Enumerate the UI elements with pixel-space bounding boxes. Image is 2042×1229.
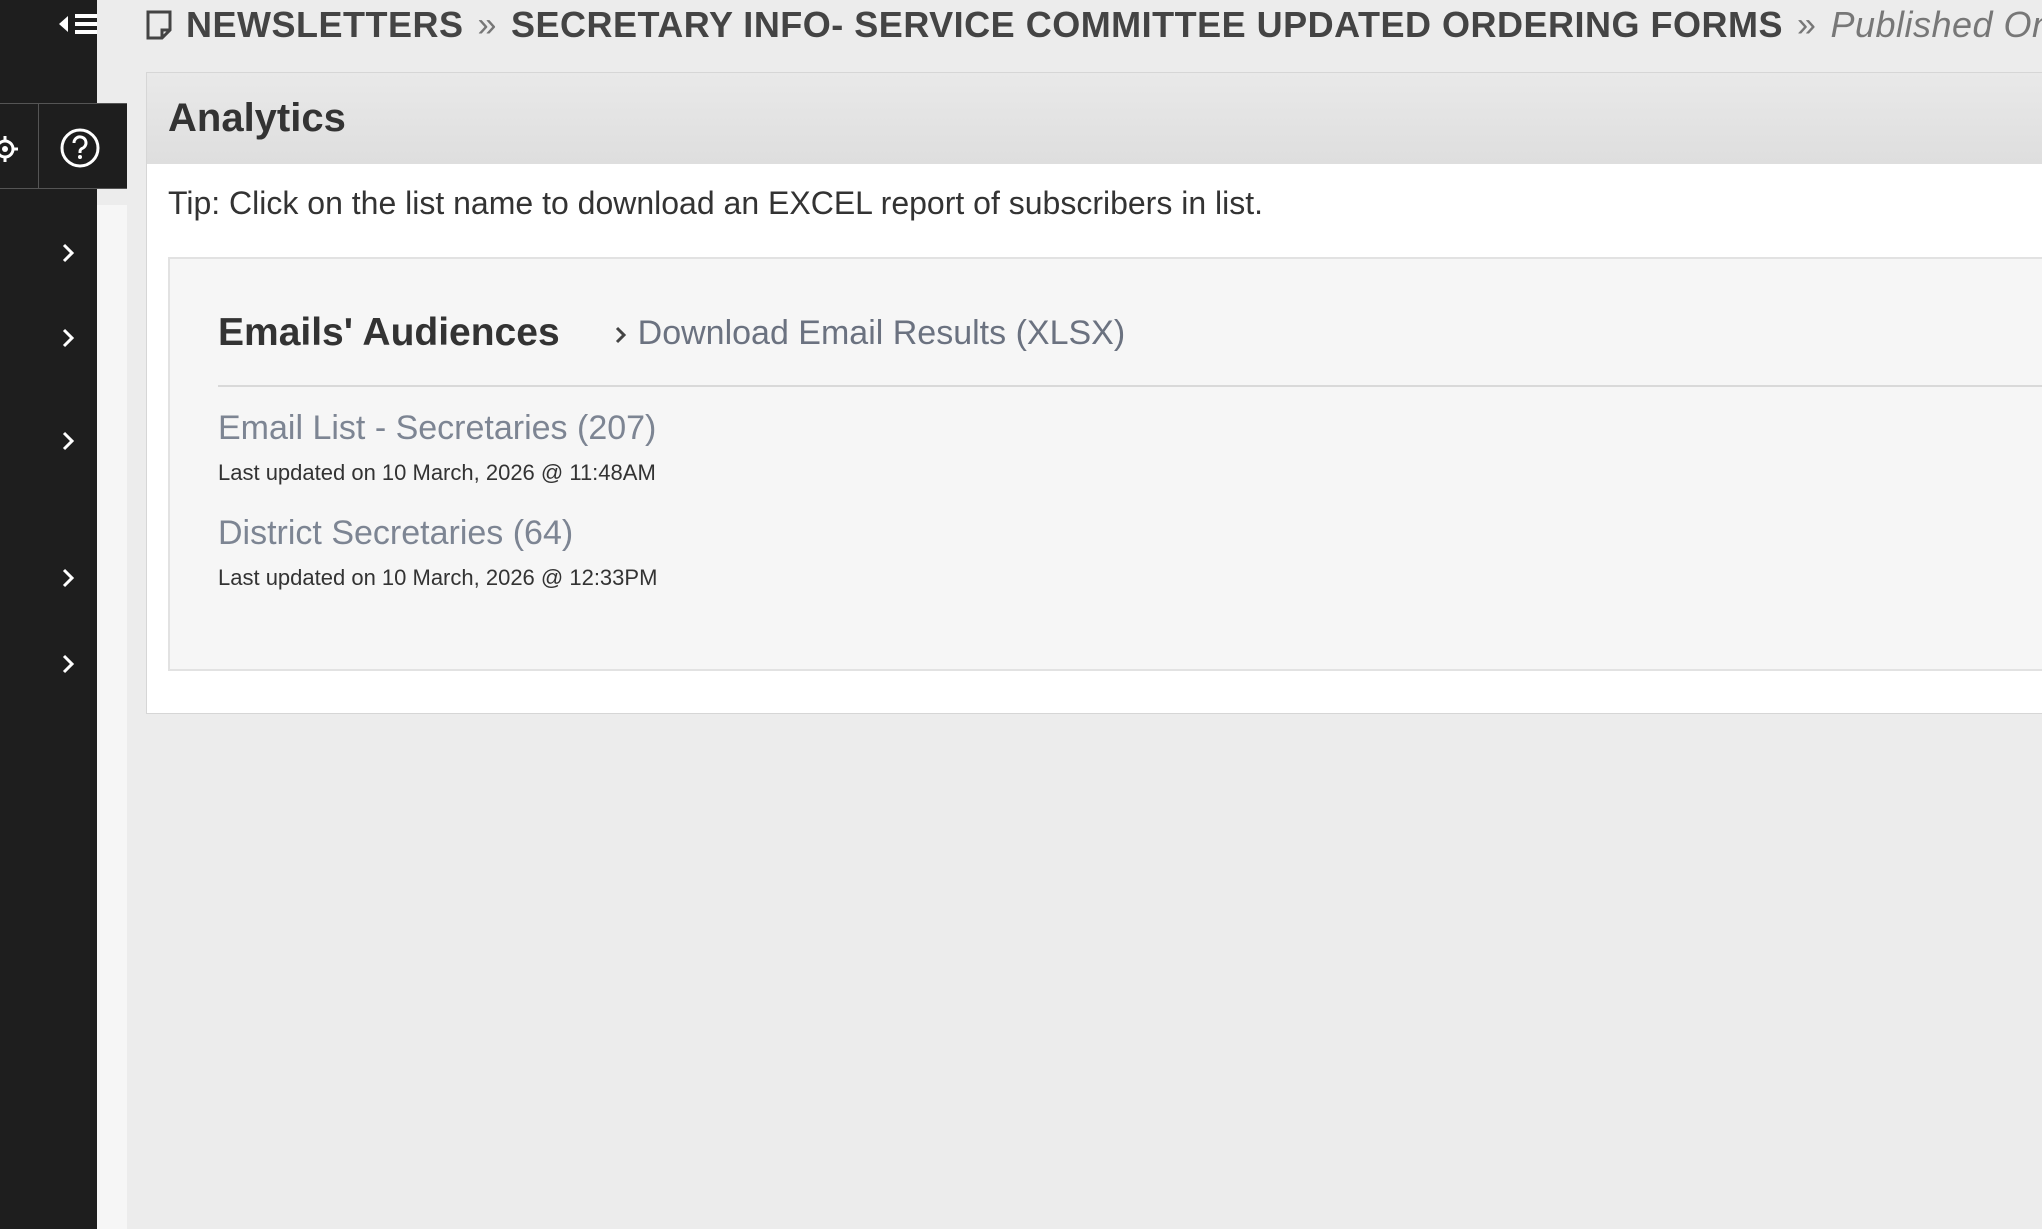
sidebar-expand-icon[interactable] — [58, 240, 78, 266]
list-name-link[interactable]: Email List - Secretaries (207) — [218, 409, 656, 448]
tip-text: Tip: Click on the list name to download … — [168, 185, 1264, 221]
breadcrumb-status: Published On 06/2 — [1830, 4, 2042, 45]
sidebar-expand-icon[interactable] — [58, 565, 78, 591]
breadcrumb-title: SECRETARY INFO- SERVICE COMMITTEE UPDATE… — [510, 4, 1784, 45]
list-updated-text: Last updated on 10 March, 2026 @ 11:48AM — [218, 460, 656, 485]
audiences-header: Emails' Audiences Download Email Results… — [218, 311, 1125, 355]
sidebar-tools — [0, 103, 127, 189]
chevron-right-icon — [612, 319, 630, 347]
sidebar-edge — [97, 205, 127, 1229]
breadcrumb-section-link[interactable]: NEWSLETTERS — [186, 4, 464, 46]
help-icon[interactable] — [58, 126, 102, 170]
list-name-link[interactable]: District Secretaries (64) — [218, 514, 657, 553]
sidebar-divider — [38, 104, 39, 188]
download-results-link[interactable]: Download Email Results (XLSX) — [612, 313, 1126, 353]
breadcrumb-separator: » — [477, 5, 497, 44]
section-divider — [218, 385, 2042, 387]
list-item: District Secretaries (64) Last updated o… — [218, 514, 657, 591]
list-updated-text: Last updated on 10 March, 2026 @ 12:33PM — [218, 565, 658, 590]
breadcrumb: NEWSLETTERS » SECRETARY INFO- SERVICE CO… — [144, 0, 2042, 50]
document-icon — [144, 8, 176, 42]
panel-title: Analytics — [147, 73, 2042, 164]
download-results-label: Download Email Results (XLSX) — [637, 313, 1126, 352]
gear-icon[interactable] — [0, 134, 20, 164]
list-item: Email List - Secretaries (207) Last upda… — [218, 409, 656, 486]
breadcrumb-separator: » — [1797, 5, 1817, 44]
sidebar-expand-icon[interactable] — [58, 325, 78, 351]
analytics-panel: Analytics Tip: Click on the list name to… — [146, 72, 2042, 714]
audiences-section: Emails' Audiences Download Email Results… — [168, 257, 2042, 671]
audiences-title: Emails' Audiences — [218, 311, 560, 354]
sidebar-expand-icon[interactable] — [58, 651, 78, 677]
sidebar-expand-icon[interactable] — [58, 428, 78, 454]
